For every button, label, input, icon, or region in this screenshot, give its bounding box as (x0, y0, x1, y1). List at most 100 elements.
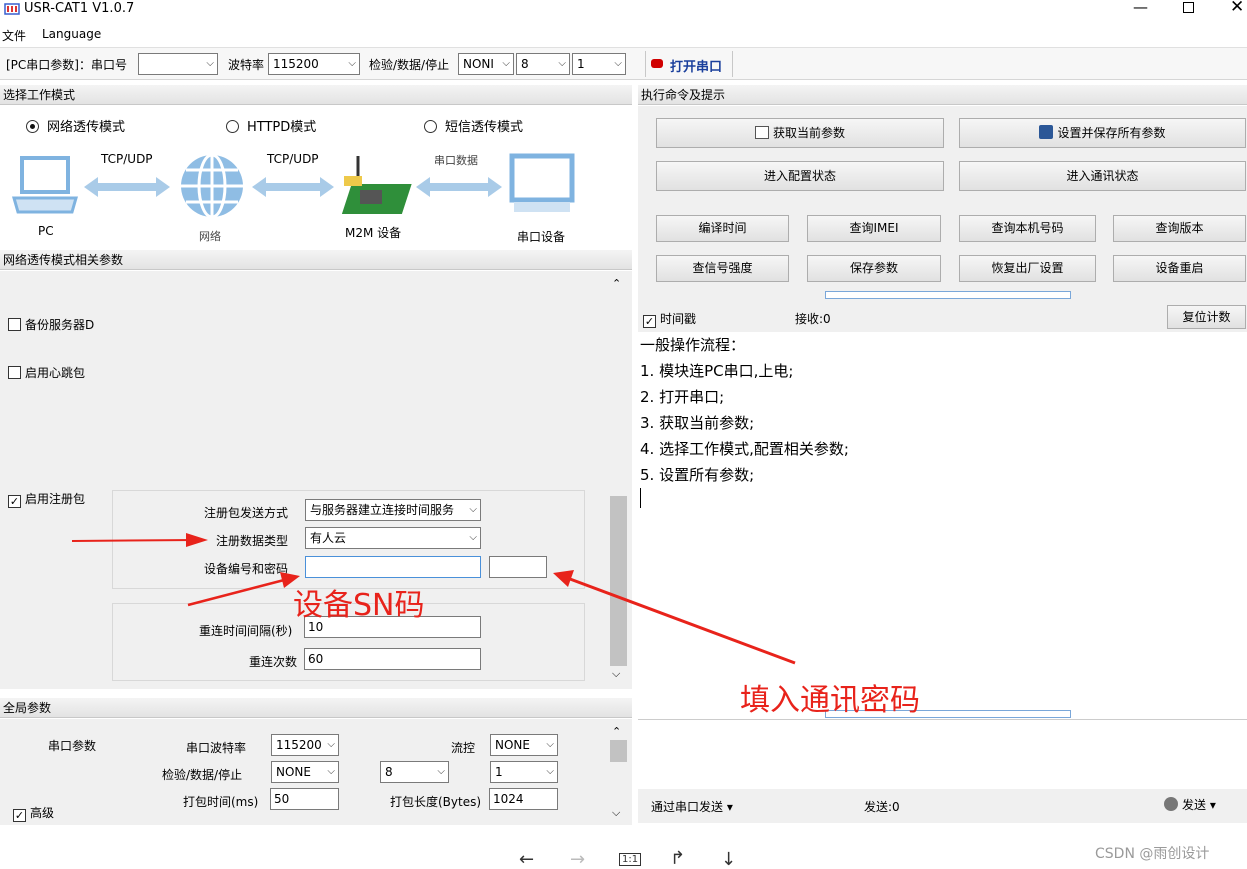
reconnect-interval-label: 重连时间间隔(秒) (199, 624, 293, 638)
scroll-thumb[interactable] (610, 496, 627, 666)
port-status-icon (651, 59, 663, 68)
flow-select[interactable]: NONE ⌵ (490, 734, 558, 756)
reboot-button[interactable]: 设备重启 (1113, 255, 1246, 282)
log-line: 1. 模块连PC串口,上电; (640, 362, 794, 380)
chevron-down-icon: ⌵ (467, 500, 477, 520)
rotate-icon[interactable]: ↱ (670, 848, 685, 869)
mode-httpd[interactable]: HTTPD模式 (226, 116, 316, 135)
checkbox-icon (8, 366, 21, 379)
mode-network[interactable]: 网络透传模式 (26, 116, 125, 135)
proto1-label: TCP/UDP (101, 152, 153, 166)
send-mode-dropdown[interactable]: 通过串口发送 ▾ (651, 798, 733, 815)
global-scrollbar[interactable]: ⌃ ⌵ (609, 722, 628, 822)
global-check-label: 检验/数据/停止 (162, 768, 243, 782)
network-label: 网络 (199, 230, 221, 243)
global-baud-label: 串口波特率 (186, 741, 247, 755)
viewer-toolbar: ← → 1:1 ↱ ↓ CSDN @雨创设计 (0, 826, 1247, 869)
factory-reset-button[interactable]: 恢复出厂设置 (959, 255, 1096, 282)
splitter-handle-top[interactable] (825, 291, 1071, 299)
menu-language[interactable]: Language (42, 27, 101, 41)
device-label: M2M 设备 (345, 226, 402, 240)
net-params-scrollbar[interactable]: ⌃ ⌵ (609, 271, 628, 685)
register-checkbox[interactable]: ✓ 启用注册包 (8, 490, 85, 508)
get-params-button[interactable]: 获取当前参数 (656, 118, 944, 148)
scroll-down-icon: ⌵ (612, 806, 621, 819)
download-icon[interactable]: ↓ (721, 849, 736, 869)
save-all-button[interactable]: 设置并保存所有参数 (959, 118, 1246, 148)
scroll-down-icon: ⌵ (612, 667, 621, 680)
log-output[interactable]: 一般操作流程： 1. 模块连PC串口,上电; 2. 打开串口; 3. 获取当前参… (638, 332, 1247, 710)
pack-time-label: 打包时间(ms) (183, 795, 259, 809)
watermark: CSDN @雨创设计 (1095, 846, 1210, 862)
serial-device-label: 串口设备 (517, 230, 566, 244)
open-port-button[interactable]: 打开串口 (645, 51, 733, 77)
heartbeat-checkbox[interactable]: 启用心跳包 (8, 364, 85, 381)
stopbits-select[interactable]: 1 ⌵ (572, 53, 626, 75)
baud-select[interactable]: 115200 ⌵ (268, 53, 360, 75)
chevron-down-icon: ⌵ (614, 58, 622, 69)
global-panel: 串口参数 串口波特率 115200 ⌵ 流控 NONE ⌵ 检验/数据/停止 NON… (0, 719, 632, 825)
query-number-button[interactable]: 查询本机号码 (959, 215, 1096, 242)
pc-serial-toolbar: [PC串口参数]：串口号 ⌵ 波特率 115200 ⌵ 检验/数据/停止 NONI… (0, 47, 1247, 80)
signal-strength-button[interactable]: 查信号强度 (656, 255, 789, 282)
search-icon (754, 126, 769, 139)
reset-count-button[interactable]: 复位计数 (1167, 305, 1246, 329)
flow-label: 流控 (451, 741, 476, 755)
forward-icon[interactable]: → (570, 849, 585, 869)
chevron-down-icon: ⌵ (546, 739, 554, 750)
send-button[interactable]: 发送 ▾ (1164, 796, 1216, 813)
global-parity-select[interactable]: NONE ⌵ (271, 761, 339, 783)
enter-config-button[interactable]: 进入配置状态 (656, 161, 944, 191)
advanced-checkbox[interactable]: ✓ 高级 (13, 804, 54, 822)
commands-heading: 执行命令及提示 (638, 85, 1247, 105)
device-id-input[interactable] (305, 556, 481, 578)
reg-send-select[interactable]: 与服务器建立连接时间服务 ⌵ (305, 499, 481, 521)
maximize-icon[interactable] (1183, 2, 1194, 13)
floppy-icon (1039, 125, 1054, 139)
backup-server-checkbox[interactable]: 备份服务器D (8, 316, 94, 333)
enter-comm-button[interactable]: 进入通讯状态 (959, 161, 1246, 191)
arrow-double-icon (84, 177, 502, 197)
open-port-label: 打开串口 (670, 60, 723, 75)
menu-file[interactable]: 文件 (2, 27, 26, 44)
mode-sms[interactable]: 短信透传模式 (424, 116, 523, 135)
parity-select[interactable]: NONI ⌵ (458, 53, 514, 75)
work-mode-panel: 网络透传模式 HTTPD模式 短信透传模式 TCP/UDP TCP/UDP 串口… (0, 106, 632, 248)
reconnect-count-input[interactable]: 60 (304, 648, 481, 670)
chevron-down-icon: ⌵ (546, 766, 554, 777)
databits-select[interactable]: 8 ⌵ (516, 53, 570, 75)
pack-time-input[interactable]: 50 (270, 788, 339, 810)
save-params-button[interactable]: 保存参数 (807, 255, 941, 282)
radio-icon (226, 120, 239, 133)
global-baud-select[interactable]: 115200 ⌵ (271, 734, 339, 756)
scroll-up-icon: ⌃ (612, 277, 622, 290)
scroll-thumb[interactable] (610, 740, 627, 762)
reg-type-select[interactable]: 有人云 ⌵ (305, 527, 481, 549)
serial-params-label: 串口参数 (48, 739, 97, 753)
net-params-panel: 备份服务器D 启用心跳包 ✓ 启用注册包 注册包发送方式 与服务器建立连接时间服务… (0, 271, 632, 689)
text-cursor (640, 488, 641, 508)
sn-annotation: 设备SN码 (293, 588, 425, 623)
global-databits-select[interactable]: 8 ⌵ (380, 761, 449, 783)
chevron-down-icon: ⌵ (502, 58, 510, 69)
checkbox-icon (8, 318, 21, 331)
port-select[interactable]: ⌵ (138, 53, 218, 75)
device-password-input[interactable] (489, 556, 547, 578)
close-icon[interactable]: ✕ (1230, 0, 1244, 17)
reg-type-label: 注册数据类型 (216, 534, 289, 548)
chevron-down-icon: ⌵ (206, 58, 214, 69)
actual-size-icon[interactable]: 1:1 (619, 853, 642, 866)
minimize-icon[interactable]: — (1133, 0, 1148, 16)
menu-bar: 文件 Language (0, 24, 1247, 46)
back-icon[interactable]: ← (519, 849, 534, 869)
chevron-down-icon: ⌵ (348, 58, 356, 69)
send-input[interactable] (638, 719, 1247, 789)
query-version-button[interactable]: 查询版本 (1113, 215, 1246, 242)
timestamp-checkbox[interactable]: ✓ 时间戳 (643, 310, 696, 328)
net-params-heading: 网络透传模式相关参数 (0, 250, 632, 270)
checkmark-icon: ✓ (13, 809, 26, 822)
pack-len-input[interactable]: 1024 (489, 788, 558, 810)
compile-time-button[interactable]: 编译时间 (656, 215, 789, 242)
query-imei-button[interactable]: 查询IMEI (807, 215, 941, 242)
global-stopbits-select[interactable]: 1 ⌵ (490, 761, 558, 783)
